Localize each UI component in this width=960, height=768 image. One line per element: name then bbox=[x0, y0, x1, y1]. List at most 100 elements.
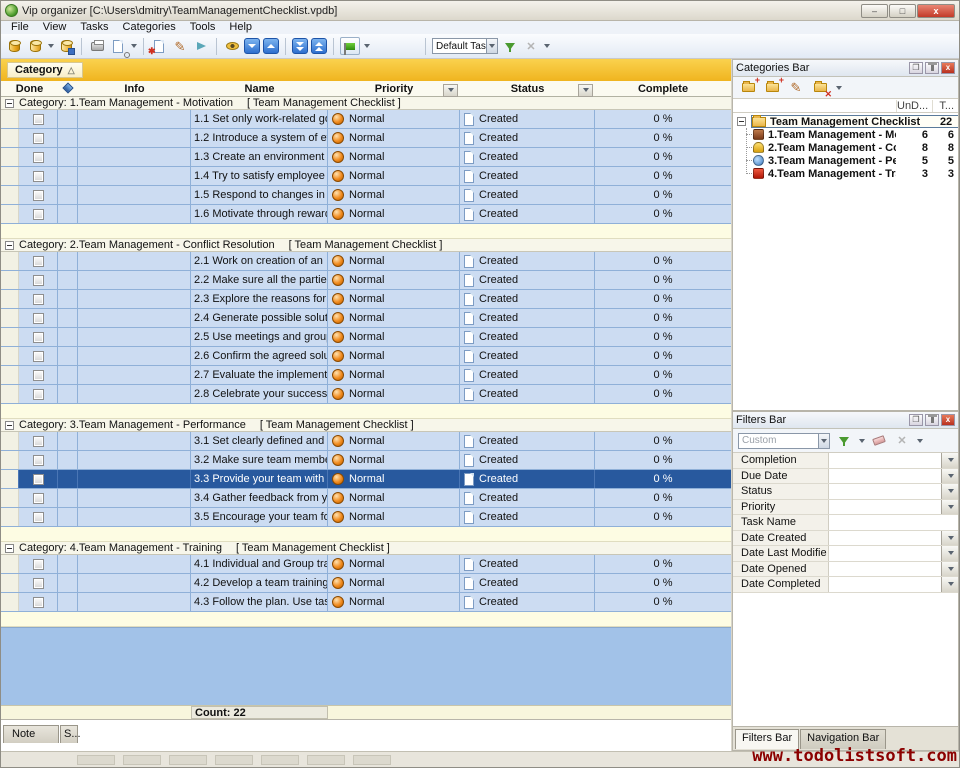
menu-tools[interactable]: Tools bbox=[184, 21, 222, 34]
filter-dropdown-icon[interactable] bbox=[941, 484, 958, 499]
done-checkbox[interactable] bbox=[33, 559, 44, 570]
menu-tasks[interactable]: Tasks bbox=[74, 21, 114, 34]
apply-filter-icon[interactable] bbox=[835, 432, 853, 450]
done-checkbox[interactable] bbox=[33, 275, 44, 286]
filter-value-field[interactable] bbox=[829, 531, 941, 546]
task-row[interactable]: 1.3 Create an environment of highNormalC… bbox=[1, 148, 731, 167]
menu-file[interactable]: File bbox=[5, 21, 35, 34]
task-row[interactable]: 3.3 Provide your team with completeNorma… bbox=[1, 470, 731, 489]
task-row[interactable]: 2.7 Evaluate the implementation - ifNorm… bbox=[1, 366, 731, 385]
task-row[interactable]: 2.3 Explore the reasons for theNormalCre… bbox=[1, 290, 731, 309]
done-checkbox[interactable] bbox=[33, 493, 44, 504]
task-row[interactable]: 3.1 Set clearly defined andNormalCreated… bbox=[1, 432, 731, 451]
done-checkbox[interactable] bbox=[33, 512, 44, 523]
edit-category-icon[interactable]: ✎ bbox=[787, 79, 805, 97]
clear-view-icon[interactable]: ✕ bbox=[522, 37, 540, 55]
category-tree-item[interactable]: 1.Team Management - Motivat66 bbox=[733, 128, 958, 141]
collapse-group-icon[interactable] bbox=[5, 421, 14, 430]
flag-icon[interactable] bbox=[340, 37, 360, 55]
clear-filter-icon[interactable] bbox=[870, 432, 888, 450]
category-tree-root[interactable]: Team Management Checklist2222 bbox=[733, 115, 958, 128]
task-row[interactable]: 1.5 Respond to changes in the workNormal… bbox=[1, 186, 731, 205]
apply-filter-dropdown-icon[interactable] bbox=[859, 439, 865, 443]
apply-view-icon[interactable] bbox=[501, 37, 519, 55]
column-header-info[interactable]: Info bbox=[78, 83, 191, 95]
category-tree-item[interactable]: 2.Team Management - Conflict88 bbox=[733, 141, 958, 154]
categories-overflow-icon[interactable] bbox=[836, 86, 842, 90]
filter-dropdown-icon[interactable] bbox=[941, 577, 958, 592]
task-row[interactable]: 2.4 Generate possible solutions forNorma… bbox=[1, 309, 731, 328]
task-row[interactable]: 3.2 Make sure team members haveNormalCre… bbox=[1, 451, 731, 470]
done-checkbox[interactable] bbox=[33, 152, 44, 163]
done-checkbox[interactable] bbox=[33, 436, 44, 447]
column-header-priority-icon[interactable] bbox=[58, 83, 78, 95]
task-row[interactable]: 2.6 Confirm the agreed solution andNorma… bbox=[1, 347, 731, 366]
collapse-tree-icon[interactable] bbox=[737, 117, 746, 126]
filter-value-field[interactable] bbox=[829, 453, 941, 468]
menu-categories[interactable]: Categories bbox=[117, 21, 182, 34]
flag-dropdown-icon[interactable] bbox=[364, 44, 370, 48]
open-database-dropdown-icon[interactable] bbox=[48, 44, 54, 48]
task-row[interactable]: 1.1 Set only work-related goals. YourNor… bbox=[1, 110, 731, 129]
task-row[interactable]: 2.8 Celebrate your success.NormalCreated… bbox=[1, 385, 731, 404]
column-header-complete[interactable]: Complete bbox=[595, 83, 731, 95]
category-group-header[interactable]: Category: 1.Team Management - Motivation… bbox=[1, 97, 731, 110]
filters-maximize-icon[interactable]: ❐ bbox=[909, 414, 923, 426]
save-database-icon[interactable] bbox=[57, 37, 75, 55]
new-database-icon[interactable] bbox=[5, 37, 23, 55]
done-checkbox[interactable] bbox=[33, 313, 44, 324]
filter-dropdown-icon[interactable] bbox=[941, 562, 958, 577]
filter-value-field[interactable] bbox=[829, 484, 941, 499]
done-checkbox[interactable] bbox=[33, 474, 44, 485]
task-row[interactable]: 4.2 Develop a team training plan.NormalC… bbox=[1, 574, 731, 593]
filter-preset-dropdown-icon[interactable] bbox=[818, 434, 829, 448]
filter-preset-combo[interactable]: Custom bbox=[738, 433, 830, 449]
task-row[interactable]: 4.3 Follow the plan. Use task.NormalCrea… bbox=[1, 593, 731, 612]
done-checkbox[interactable] bbox=[33, 294, 44, 305]
done-checkbox[interactable] bbox=[33, 578, 44, 589]
done-checkbox[interactable] bbox=[33, 370, 44, 381]
task-row[interactable]: 3.5 Encourage your team for betterNormal… bbox=[1, 508, 731, 527]
filters-overflow-icon[interactable] bbox=[917, 439, 923, 443]
task-row[interactable]: 1.4 Try to satisfy employee needs.Normal… bbox=[1, 167, 731, 186]
done-checkbox[interactable] bbox=[33, 597, 44, 608]
print-overflow-icon[interactable] bbox=[131, 44, 137, 48]
done-checkbox[interactable] bbox=[33, 256, 44, 267]
group-by-category-button[interactable]: Category △ bbox=[7, 62, 83, 78]
filter-dropdown-icon[interactable] bbox=[941, 546, 958, 561]
menu-help[interactable]: Help bbox=[223, 21, 258, 34]
done-checkbox[interactable] bbox=[33, 389, 44, 400]
minimize-button[interactable]: – bbox=[861, 4, 888, 18]
move-down-icon[interactable] bbox=[244, 38, 260, 54]
tab-subtasks[interactable]: S... bbox=[60, 725, 78, 743]
task-row[interactable]: 1.2 Introduce a system of effectiveNorma… bbox=[1, 129, 731, 148]
category-group-header[interactable]: Category: 2.Team Management - Conflict R… bbox=[1, 239, 731, 252]
filter-dropdown-icon[interactable] bbox=[941, 531, 958, 546]
maximize-button[interactable]: □ bbox=[889, 4, 916, 18]
done-checkbox[interactable] bbox=[33, 171, 44, 182]
close-button[interactable]: x bbox=[917, 4, 955, 18]
column-header-status[interactable]: Status bbox=[460, 83, 595, 95]
task-row[interactable]: 2.5 Use meetings and groupNormalCreated0… bbox=[1, 328, 731, 347]
view-task-icon[interactable] bbox=[223, 37, 241, 55]
menu-view[interactable]: View bbox=[37, 21, 73, 34]
toolbar-overflow-icon[interactable] bbox=[544, 44, 550, 48]
filter-dropdown-icon[interactable] bbox=[941, 469, 958, 484]
column-total[interactable]: T... bbox=[932, 100, 958, 112]
edit-task-icon[interactable]: ✎ bbox=[171, 37, 189, 55]
filter-value-field[interactable] bbox=[829, 469, 941, 484]
collapse-group-icon[interactable] bbox=[5, 99, 14, 108]
filter-value-field[interactable] bbox=[829, 500, 941, 515]
done-checkbox[interactable] bbox=[33, 190, 44, 201]
move-up-icon[interactable] bbox=[263, 38, 279, 54]
categories-pin-icon[interactable] bbox=[925, 62, 939, 74]
new-subcategory-icon[interactable]: + bbox=[763, 79, 781, 97]
column-undone[interactable]: UnD... bbox=[896, 100, 932, 112]
task-row[interactable]: 2.1 Work on creation of anNormalCreated0… bbox=[1, 252, 731, 271]
filters-close-icon[interactable]: x bbox=[941, 414, 955, 426]
open-database-icon[interactable] bbox=[26, 37, 44, 55]
done-checkbox[interactable] bbox=[33, 351, 44, 362]
print-preview-icon[interactable] bbox=[109, 37, 127, 55]
done-checkbox[interactable] bbox=[33, 332, 44, 343]
done-checkbox[interactable] bbox=[33, 209, 44, 220]
